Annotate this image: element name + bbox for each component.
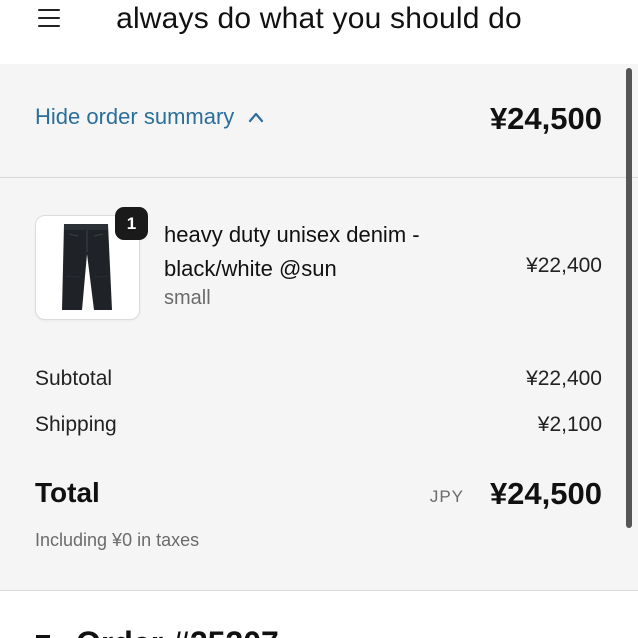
store-header: always do what you should do	[0, 0, 638, 64]
chevron-up-icon	[249, 112, 264, 123]
toggle-label: Hide order summary	[35, 104, 235, 129]
total-currency: JPY	[429, 487, 464, 506]
product-variant: small	[164, 287, 211, 309]
store-title[interactable]: always do what you should do	[0, 2, 638, 36]
shipping-value: ¥2,100	[537, 413, 602, 436]
order-summary-toggle[interactable]: Hide order summary ¥24,500	[0, 64, 638, 177]
taxes-note: Including ¥0 in taxes	[35, 530, 200, 550]
order-confirmation-section: Order #25207	[0, 591, 638, 638]
product-name: heavy duty unisex denim - black/white @s…	[164, 222, 420, 281]
subtotal-value: ¥22,400	[526, 367, 602, 390]
shipping-label: Shipping	[35, 413, 117, 436]
shipping-row: Shipping ¥2,100	[35, 413, 602, 439]
subtotal-row: Subtotal ¥22,400	[35, 367, 602, 393]
total-value: ¥24,500	[489, 476, 602, 511]
subtotal-label: Subtotal	[35, 367, 113, 390]
summary-total-amount: ¥24,500	[489, 101, 602, 136]
product-price: ¥22,400	[526, 254, 602, 277]
order-number-heading: Order #25207	[76, 625, 279, 638]
hide-order-summary-link[interactable]: Hide order summary	[35, 104, 264, 130]
total-label: Total	[35, 477, 100, 508]
quantity-badge: 1	[115, 207, 148, 240]
divider	[0, 177, 638, 178]
scrollbar[interactable]	[626, 68, 632, 528]
